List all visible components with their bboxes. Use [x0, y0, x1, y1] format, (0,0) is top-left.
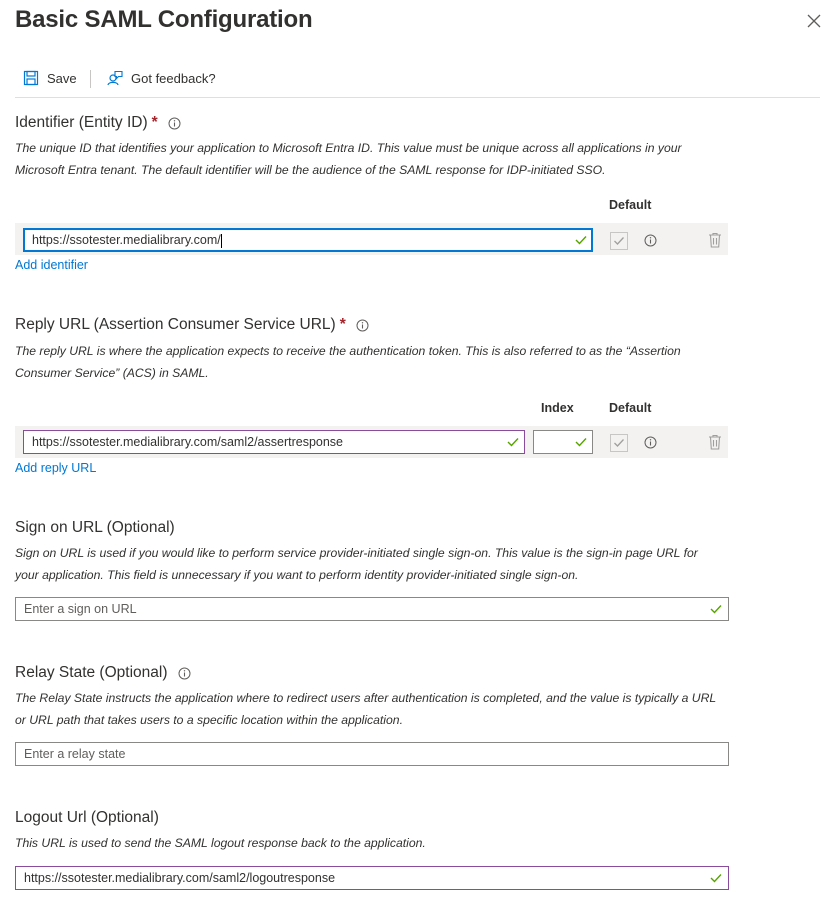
- logout-url-description: This URL is used to send the SAML logout…: [15, 836, 426, 850]
- checkmark-icon: [614, 237, 624, 245]
- relay-state-input[interactable]: Enter a relay state: [15, 742, 729, 766]
- reply-url-default-checkbox[interactable]: [610, 434, 628, 452]
- close-icon[interactable]: [805, 12, 821, 30]
- default-column-header: Default: [609, 401, 652, 415]
- reply-url-description: The reply URL is where the application e…: [15, 344, 681, 380]
- required-mark: *: [151, 114, 158, 131]
- page-title: Basic SAML Configuration: [15, 6, 313, 33]
- identifier-label-text: Identifier (Entity ID): [15, 114, 148, 131]
- info-icon[interactable]: [644, 436, 657, 449]
- text-cursor: [220, 233, 222, 248]
- required-mark: *: [339, 316, 346, 333]
- info-icon[interactable]: [168, 117, 181, 130]
- info-icon[interactable]: [644, 234, 657, 247]
- sign-on-url-label-text: Sign on URL (Optional): [15, 519, 175, 536]
- relay-state-description: The Relay State instructs the applicatio…: [15, 691, 716, 727]
- sign-on-url-description: Sign on URL is used if you would like to…: [15, 546, 698, 582]
- sign-on-url-input[interactable]: Enter a sign on URL: [15, 597, 729, 621]
- delete-icon[interactable]: [708, 232, 722, 248]
- feedback-label: Got feedback?: [131, 70, 216, 86]
- checkmark-icon: [614, 439, 624, 447]
- save-button[interactable]: Save: [23, 70, 77, 86]
- relay-state-label-text: Relay State (Optional): [15, 664, 168, 681]
- info-icon[interactable]: [178, 667, 191, 680]
- add-reply-url-link[interactable]: Add reply URL: [15, 461, 96, 475]
- valid-check-icon: [575, 236, 587, 245]
- delete-icon[interactable]: [708, 434, 722, 450]
- identifier-input[interactable]: https://ssotester.medialibrary.com/: [23, 228, 593, 252]
- command-bar: Save Got feedback?: [15, 66, 820, 98]
- reply-url-label-text: Reply URL (Assertion Consumer Service UR…: [15, 316, 336, 333]
- valid-check-icon: [575, 438, 587, 447]
- logout-url-label-text: Logout Url (Optional): [15, 809, 159, 826]
- identifier-label: Identifier (Entity ID) *: [15, 114, 181, 132]
- save-icon: [23, 70, 39, 86]
- info-icon[interactable]: [356, 319, 369, 332]
- relay-state-label: Relay State (Optional): [15, 664, 191, 682]
- identifier-description: The unique ID that identifies your appli…: [15, 141, 682, 177]
- save-label: Save: [47, 70, 77, 86]
- logout-url-input[interactable]: https://ssotester.medialibrary.com/saml2…: [15, 866, 729, 890]
- identifier-input-value: https://ssotester.medialibrary.com/: [32, 233, 221, 247]
- feedback-button[interactable]: Got feedback?: [107, 70, 216, 86]
- toolbar-separator: [90, 70, 91, 88]
- logout-url-label: Logout Url (Optional): [15, 809, 159, 827]
- add-identifier-link[interactable]: Add identifier: [15, 258, 88, 272]
- sign-on-url-label: Sign on URL (Optional): [15, 519, 175, 537]
- valid-check-icon: [507, 438, 519, 447]
- valid-check-icon: [710, 874, 722, 883]
- index-column-header: Index: [541, 401, 574, 415]
- valid-check-icon: [710, 605, 722, 614]
- identifier-default-checkbox[interactable]: [610, 232, 628, 250]
- feedback-icon: [107, 70, 123, 86]
- default-column-header: Default: [609, 198, 652, 212]
- reply-url-input[interactable]: https://ssotester.medialibrary.com/saml2…: [23, 430, 525, 454]
- reply-url-label: Reply URL (Assertion Consumer Service UR…: [15, 316, 369, 334]
